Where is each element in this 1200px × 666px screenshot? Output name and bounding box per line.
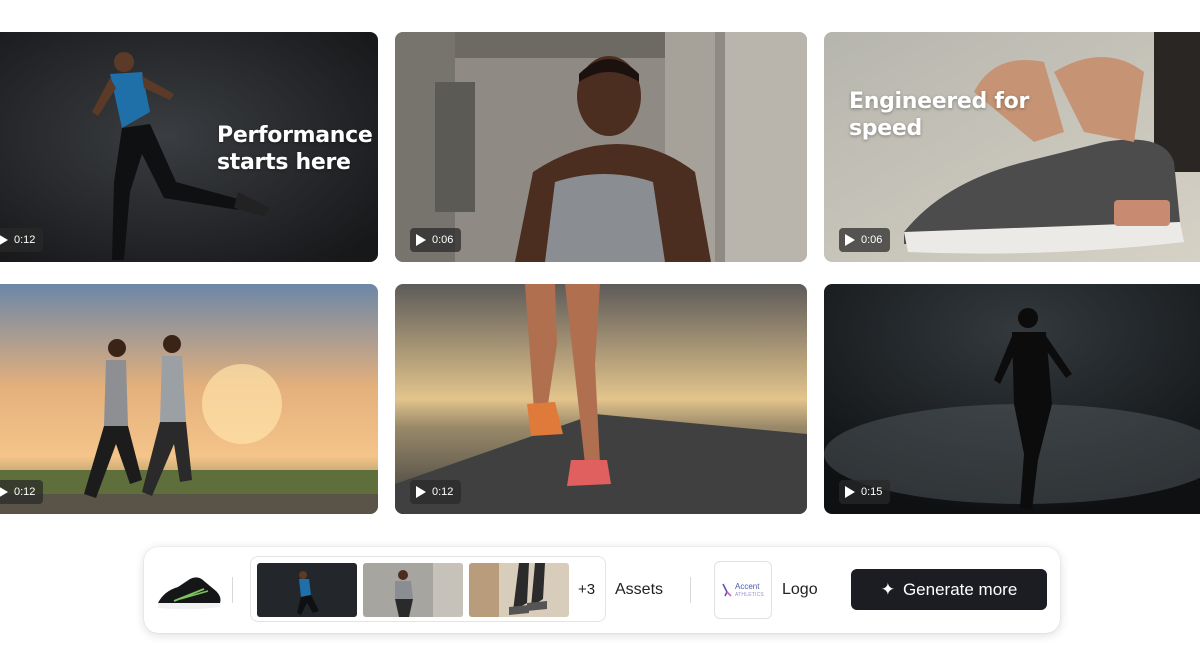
brand-logo-mark-icon: [722, 583, 732, 597]
duration-badge: 0:12: [0, 228, 44, 252]
video-tile-1[interactable]: Performance starts here 0:12: [0, 32, 378, 262]
generate-more-button[interactable]: ✦ Generate more: [851, 569, 1047, 610]
duration-badge: 0:12: [0, 480, 44, 504]
caption-line: starts here: [217, 150, 351, 175]
video-caption: Engineered for speed: [849, 88, 1029, 142]
duration-text: 0:15: [861, 486, 883, 498]
logo-label[interactable]: Logo: [782, 581, 818, 599]
generate-more-label: Generate more: [902, 579, 1018, 599]
duration-text: 0:06: [432, 234, 454, 246]
brand-logo-thumbnail[interactable]: Accent ATHLETICS: [714, 561, 772, 619]
extra-assets-count[interactable]: +3: [578, 581, 595, 598]
duration-text: 0:06: [861, 234, 883, 246]
video-tile-2[interactable]: 0:06: [395, 32, 807, 262]
video-tile-4[interactable]: 0:12: [0, 284, 378, 514]
assets-group[interactable]: [250, 556, 606, 622]
play-icon: [845, 486, 855, 498]
duration-text: 0:12: [14, 234, 36, 246]
asset-image: [257, 563, 357, 617]
video-tile-3[interactable]: Engineered for speed 0:06: [824, 32, 1200, 262]
duration-badge: 0:06: [410, 228, 462, 252]
duration-text: 0:12: [14, 486, 36, 498]
duration-badge: 0:06: [839, 228, 891, 252]
play-icon: [416, 234, 426, 246]
asset-toolbar: +3 Assets Accent ATHLETICS Logo ✦ Genera…: [144, 547, 1060, 633]
video-thumbnail-couple-running: [0, 284, 378, 514]
caption-line: Performance: [217, 123, 373, 148]
caption-line: Engineered for: [849, 89, 1029, 114]
asset-thumbnail[interactable]: [469, 563, 569, 617]
brand-logo-name: Accent: [735, 582, 760, 591]
play-icon: [0, 486, 8, 498]
sparkle-icon: ✦: [880, 580, 895, 599]
sneaker-thumbnail[interactable]: [154, 567, 224, 613]
divider: [232, 577, 233, 603]
duration-badge: 0:15: [839, 480, 891, 504]
play-icon: [416, 486, 426, 498]
divider: [690, 577, 691, 603]
asset-image: [469, 563, 569, 617]
assets-label[interactable]: Assets: [615, 581, 663, 599]
duration-text: 0:12: [432, 486, 454, 498]
play-icon: [0, 234, 8, 246]
asset-thumbnail[interactable]: [257, 563, 357, 617]
asset-image: [363, 563, 463, 617]
brand-logo-subtitle: ATHLETICS: [735, 592, 764, 598]
video-tile-6[interactable]: 0:15: [824, 284, 1200, 514]
caption-line: speed: [849, 116, 922, 141]
play-icon: [845, 234, 855, 246]
video-caption: Performance starts here: [217, 122, 373, 176]
duration-badge: 0:12: [410, 480, 462, 504]
video-tile-5[interactable]: 0:12: [395, 284, 807, 514]
asset-thumbnail[interactable]: [363, 563, 463, 617]
